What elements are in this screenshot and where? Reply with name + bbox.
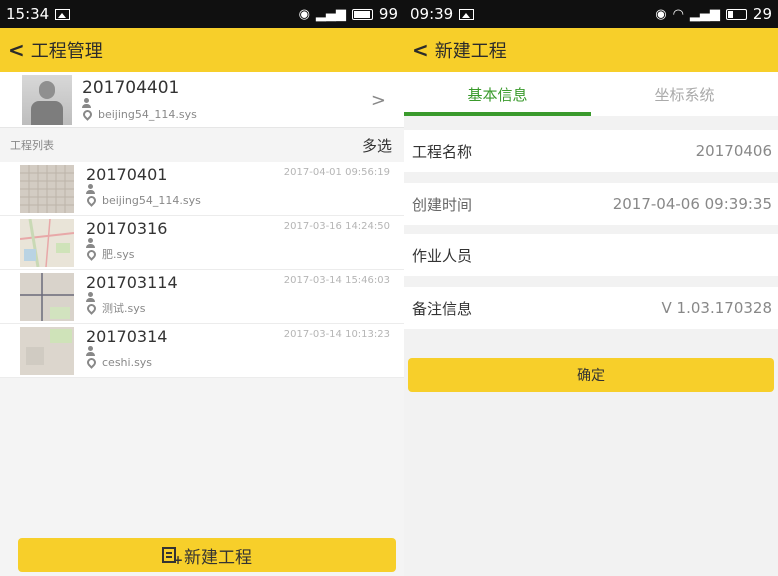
project-coord: beijing54_114.sys bbox=[102, 194, 201, 207]
remarks-field[interactable]: 备注信息 V 1.03.170328 bbox=[404, 287, 778, 329]
image-notification-icon bbox=[459, 8, 475, 20]
page-title: 新建工程 bbox=[434, 41, 507, 62]
battery-level: 99 bbox=[378, 5, 398, 23]
alarm-icon: ◉ bbox=[655, 6, 667, 22]
project-date: 2017-04-01 09:56:19 bbox=[283, 167, 390, 178]
battery-level: 29 bbox=[752, 5, 772, 23]
image-notification-icon bbox=[55, 8, 71, 20]
alarm-icon: ◉ bbox=[298, 6, 310, 22]
tab-coordinate-system[interactable]: 坐标系统 bbox=[591, 72, 778, 116]
project-thumbnail bbox=[20, 326, 74, 375]
signal-icon: ▂▄▆ bbox=[689, 6, 720, 22]
project-thumbnail bbox=[20, 164, 74, 213]
status-bar: 09:39 ◉ ◠ ▂▄▆ 29 bbox=[404, 0, 778, 28]
status-time: 09:39 bbox=[410, 5, 454, 23]
project-coord: 测试.sys bbox=[102, 302, 146, 315]
created-time-field: 创建时间 2017-04-06 09:39:35 bbox=[404, 183, 778, 225]
field-label: 创建时间 bbox=[412, 195, 473, 214]
tab-bar: 基本信息 坐标系统 bbox=[404, 72, 778, 116]
project-list: 20170401 beijing54_114.sys 2017-04-01 09… bbox=[0, 162, 404, 378]
field-label: 作业人员 bbox=[412, 246, 473, 265]
operator-field[interactable]: 作业人员 bbox=[404, 234, 778, 276]
location-pin-icon bbox=[85, 302, 98, 315]
project-date: 2017-03-16 14:24:50 bbox=[283, 221, 390, 232]
project-name: 20170314 bbox=[86, 327, 168, 346]
confirm-button[interactable]: 确定 bbox=[408, 358, 774, 392]
project-thumbnail bbox=[20, 218, 74, 267]
user-icon bbox=[86, 184, 95, 194]
signal-icon: ▂▄▆ bbox=[315, 6, 346, 22]
project-name: 20170316 bbox=[86, 219, 168, 238]
wifi-icon: ◠ bbox=[672, 6, 684, 22]
new-project-label: 新建工程 bbox=[184, 547, 252, 568]
list-item[interactable]: 201703114 测试.sys 2017-03-14 15:46:03 bbox=[0, 270, 404, 324]
avatar bbox=[22, 74, 72, 125]
user-icon bbox=[86, 292, 95, 302]
battery-icon bbox=[725, 8, 747, 20]
project-list-header: 工程列表 多选 bbox=[0, 128, 404, 162]
project-management-screen: 15:34 ◉ ▂▄▆ 99 < 工程管理 201704401 beijing5… bbox=[0, 0, 404, 576]
chevron-right-icon[interactable]: > bbox=[371, 90, 386, 111]
list-item[interactable]: 20170316 肥.sys 2017-03-16 14:24:50 bbox=[0, 216, 404, 270]
project-date: 2017-03-14 10:13:23 bbox=[283, 329, 390, 340]
user-icon bbox=[82, 98, 91, 108]
location-pin-icon bbox=[85, 356, 98, 369]
location-pin-icon bbox=[85, 194, 98, 207]
new-project-screen: 09:39 ◉ ◠ ▂▄▆ 29 < 新建工程 基本信息 坐标系统 工程名称 2… bbox=[404, 0, 778, 576]
project-thumbnail bbox=[20, 272, 74, 321]
battery-icon bbox=[351, 8, 373, 20]
project-list-title: 工程列表 bbox=[10, 139, 54, 152]
tab-basic-info[interactable]: 基本信息 bbox=[404, 72, 591, 116]
current-project-card[interactable]: 201704401 beijing54_114.sys > bbox=[0, 72, 404, 128]
user-icon bbox=[86, 346, 95, 356]
list-item[interactable]: 20170314 ceshi.sys 2017-03-14 10:13:23 bbox=[0, 324, 404, 378]
project-date: 2017-03-14 15:46:03 bbox=[283, 275, 390, 286]
field-label: 备注信息 bbox=[412, 299, 473, 318]
location-pin-icon bbox=[85, 248, 98, 261]
new-project-button[interactable]: 新建工程 bbox=[18, 538, 396, 572]
current-project-coord: beijing54_114.sys bbox=[98, 108, 197, 121]
app-bar: < 工程管理 bbox=[0, 28, 404, 72]
project-coord: ceshi.sys bbox=[102, 356, 153, 369]
location-pin-icon bbox=[81, 108, 94, 121]
status-bar: 15:34 ◉ ▂▄▆ 99 bbox=[0, 0, 404, 28]
field-value: 2017-04-06 09:39:35 bbox=[612, 195, 772, 213]
active-tab-indicator bbox=[404, 112, 591, 116]
new-document-icon bbox=[162, 547, 183, 567]
multi-select-button[interactable]: 多选 bbox=[362, 135, 392, 156]
field-value: V 1.03.170328 bbox=[661, 299, 772, 317]
list-item[interactable]: 20170401 beijing54_114.sys 2017-04-01 09… bbox=[0, 162, 404, 216]
project-name-field[interactable]: 工程名称 20170406 bbox=[404, 130, 778, 172]
field-label: 工程名称 bbox=[412, 142, 473, 161]
project-coord: 肥.sys bbox=[102, 248, 135, 261]
current-project-name: 201704401 bbox=[82, 78, 180, 98]
back-icon[interactable]: < bbox=[412, 38, 429, 62]
project-name: 201703114 bbox=[86, 273, 178, 292]
page-title: 工程管理 bbox=[30, 41, 103, 62]
back-icon[interactable]: < bbox=[8, 38, 25, 62]
project-name: 20170401 bbox=[86, 165, 168, 184]
status-time: 15:34 bbox=[6, 5, 50, 23]
app-bar: < 新建工程 bbox=[404, 28, 778, 72]
user-icon bbox=[86, 238, 95, 248]
field-value: 20170406 bbox=[695, 142, 772, 160]
